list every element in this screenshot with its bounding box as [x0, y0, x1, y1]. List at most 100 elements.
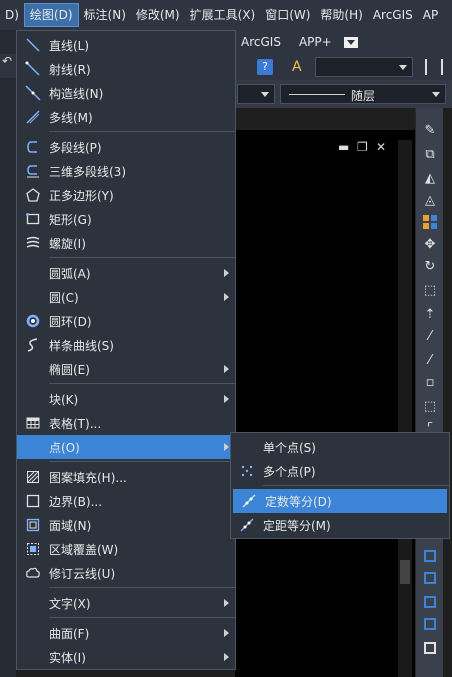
revcloud-icon — [17, 561, 49, 585]
scale-icon[interactable]: ⬚ — [422, 282, 438, 298]
menu-item-label: 曲面(F) — [49, 626, 90, 641]
menu-item-polygon[interactable]: 正多边形(Y) — [17, 183, 235, 207]
submenu-arrow-icon — [224, 293, 229, 301]
menu-item-table[interactable]: 表格(T)... — [17, 411, 235, 435]
submenu-arrow-icon — [224, 599, 229, 607]
menu-item-block[interactable]: 块(K) — [17, 387, 235, 411]
menu-item-label: 边界(B)... — [49, 494, 103, 509]
dim-style-icon[interactable] — [425, 59, 443, 75]
restore-icon[interactable]: ❐ — [357, 140, 368, 154]
modify-palette: ✎ ⧉ ◭ ◬ ✥ ↻ ⬚ ⇡ ⁄ ⁄ ▫ ⬚ ⌜ — [415, 108, 443, 677]
text-style-icon[interactable]: A — [292, 58, 310, 76]
menu-item-label: 三维多段线(3) — [49, 164, 126, 179]
submenu-item-single-point[interactable]: 单个点(S) — [231, 435, 449, 459]
linetype-combo[interactable]: 随层 — [280, 84, 446, 104]
menu-item-label: 螺旋(I) — [49, 236, 86, 251]
help-icon[interactable]: ? — [257, 59, 273, 75]
menu-modify[interactable]: 修改(M) — [131, 3, 185, 27]
menu-item-donut[interactable]: 圆环(D) — [17, 309, 235, 333]
edit-polyline-icon[interactable] — [422, 616, 438, 632]
draw-menu: 直线(L) 射线(R) 构造线(N) 多线(M) 多段线(P) 三维多段线(3)… — [16, 30, 236, 670]
menu-item-ray[interactable]: 射线(R) — [17, 57, 235, 81]
extend-icon[interactable]: ⁄ — [422, 352, 438, 368]
menu-item-rectangle[interactable]: 矩形(G) — [17, 207, 235, 231]
drawing-canvas[interactable] — [235, 130, 415, 677]
menu-arcgis[interactable]: ArcGIS — [368, 3, 418, 27]
menu-item-boundary[interactable]: 边界(B)... — [17, 489, 235, 513]
join-icon[interactable]: ⬚ — [422, 398, 438, 414]
region-icon — [17, 513, 49, 537]
mirror-icon[interactable]: ◭ — [422, 170, 438, 186]
menu-draw[interactable]: 绘图(D) — [23, 3, 79, 27]
menu-item-wipeout[interactable]: 区域覆盖(W) — [17, 537, 235, 561]
submenu-item-measure[interactable]: 定距等分(M) — [231, 513, 449, 537]
submenu-item-divide[interactable]: 定数等分(D) — [233, 489, 447, 513]
spline-icon — [17, 333, 49, 357]
menu-item-helix[interactable]: 螺旋(I) — [17, 231, 235, 255]
text-style-combo[interactable] — [315, 57, 413, 77]
line-icon — [17, 33, 49, 57]
offset-icon[interactable]: ◬ — [422, 192, 438, 208]
menu-item-ellipse[interactable]: 椭圆(E) — [17, 357, 235, 381]
copy-nested-icon[interactable] — [422, 548, 438, 564]
menu-item-circle[interactable]: 圆(C) — [17, 285, 235, 309]
tab-arcgis[interactable]: ArcGIS — [235, 35, 287, 49]
menu-item-label: 表格(T)... — [49, 416, 102, 431]
menu-item-solid[interactable]: 实体(I) — [17, 645, 235, 669]
close-icon[interactable]: ✕ — [376, 140, 386, 154]
menu-item-3d-polyline[interactable]: 三维多段线(3) — [17, 159, 235, 183]
menu-item-revcloud[interactable]: 修订云线(U) — [17, 561, 235, 585]
trim-icon[interactable]: ⁄ — [422, 328, 438, 344]
menu-item-label: 图案填充(H)... — [49, 470, 127, 485]
vertical-scrollbar[interactable] — [398, 140, 412, 677]
rectangle-icon — [17, 207, 49, 231]
menu-item-label: 圆(C) — [49, 290, 79, 305]
menu-item-spline[interactable]: 样条曲线(S) — [17, 333, 235, 357]
menu-item-region[interactable]: 面域(N) — [17, 513, 235, 537]
divide-icon — [233, 489, 265, 513]
menu-app[interactable]: AP — [418, 3, 443, 27]
align-icon[interactable] — [422, 570, 438, 586]
color-combo[interactable] — [237, 84, 275, 104]
submenu-item-multiple-points[interactable]: 多个点(P) — [231, 459, 449, 483]
menu-item-text[interactable]: 文字(X) — [17, 591, 235, 615]
undo-icon[interactable]: ↶ — [0, 54, 16, 78]
erase-icon[interactable]: ✎ — [422, 122, 438, 138]
menu-help[interactable]: 帮助(H) — [315, 3, 367, 27]
menu-item-label: 圆弧(A) — [49, 266, 91, 281]
menu-item-line[interactable]: 直线(L) — [17, 33, 235, 57]
menu-item-label: 多段线(P) — [49, 140, 102, 155]
menu-item-label: 文字(X) — [49, 596, 91, 611]
menu-extend-tools[interactable]: 扩展工具(X) — [185, 3, 261, 27]
ribbon-dropdown-button[interactable] — [343, 36, 358, 48]
menu-item-label: 修订云线(U) — [49, 566, 116, 581]
minimize-icon[interactable]: ▬ — [338, 140, 349, 154]
array-icon[interactable] — [422, 214, 438, 230]
tab-app-plus[interactable]: APP+ — [293, 35, 338, 49]
menu-item-multiline[interactable]: 多线(M) — [17, 105, 235, 129]
break-icon[interactable]: ▫ — [422, 374, 438, 390]
hatch-icon — [17, 465, 49, 489]
rotate-icon[interactable]: ↻ — [422, 258, 438, 274]
polyline-icon — [17, 135, 49, 159]
copy-icon[interactable]: ⧉ — [422, 146, 438, 162]
polygon-icon — [17, 183, 49, 207]
menu-window[interactable]: 窗口(W) — [260, 3, 315, 27]
menu-item-polyline[interactable]: 多段线(P) — [17, 135, 235, 159]
menu-item-label: 构造线(N) — [49, 86, 104, 101]
stretch-icon[interactable]: ⇡ — [422, 306, 438, 322]
edit-spline-icon[interactable] — [422, 640, 438, 656]
menu-item-construction-line[interactable]: 构造线(N) — [17, 81, 235, 105]
move-icon[interactable]: ✥ — [422, 236, 438, 252]
multiline-icon — [17, 105, 49, 129]
menu-item-point[interactable]: 点(O) — [17, 435, 235, 459]
submenu-arrow-icon — [224, 365, 229, 373]
explode-icon[interactable] — [422, 594, 438, 610]
menu-item-label: 块(K) — [49, 392, 79, 407]
menu-item-hatch[interactable]: 图案填充(H)... — [17, 465, 235, 489]
menu-item-arc[interactable]: 圆弧(A) — [17, 261, 235, 285]
menu-dimension[interactable]: 标注(N) — [79, 3, 131, 27]
menu-prev[interactable]: D) — [0, 3, 24, 27]
measure-icon — [231, 513, 263, 537]
menu-item-surface[interactable]: 曲面(F) — [17, 621, 235, 645]
